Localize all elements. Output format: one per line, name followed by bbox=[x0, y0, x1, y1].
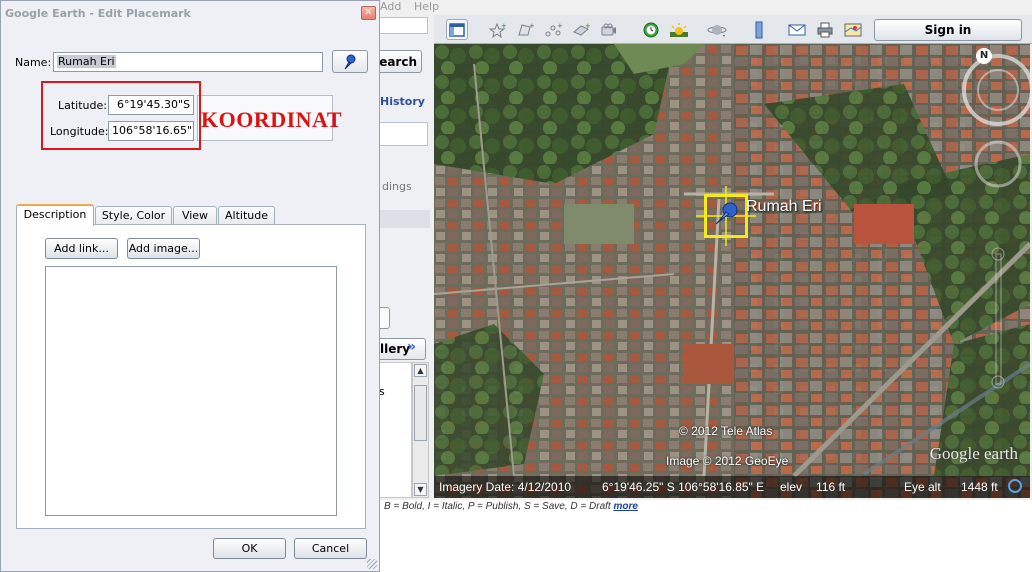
cursor-coordinates: 6°19'46.25" S 106°58'16.85" E bbox=[602, 480, 765, 494]
edit-placemark-dialog: Google Earth - Edit Placemark ✕ Name: Ru… bbox=[0, 0, 380, 572]
hide-sidebar-icon[interactable] bbox=[446, 19, 468, 40]
add-polygon-icon[interactable]: + bbox=[514, 19, 536, 40]
add-link-button[interactable]: Add link... bbox=[45, 238, 118, 259]
places-list[interactable]: s bbox=[380, 362, 412, 498]
more-link[interactable]: more bbox=[613, 501, 637, 512]
places-list-text: s bbox=[380, 385, 385, 398]
view-in-maps-icon[interactable] bbox=[842, 19, 864, 40]
credit-tele-atlas: © 2012 Tele Atlas bbox=[679, 424, 773, 438]
sidebar-search-field[interactable] bbox=[380, 17, 428, 34]
add-placemark-icon[interactable]: + bbox=[486, 19, 508, 40]
historical-imagery-icon[interactable] bbox=[640, 19, 662, 40]
menu-add[interactable]: Add bbox=[380, 0, 401, 13]
tab-view[interactable]: View bbox=[173, 206, 217, 225]
switch-planet-icon[interactable] bbox=[706, 19, 728, 40]
annotation-highlight-box bbox=[41, 81, 201, 150]
eye-alt-label: Eye alt bbox=[904, 480, 941, 494]
placemark-label[interactable]: Rumah Eri bbox=[746, 198, 822, 216]
svg-text:+: + bbox=[501, 22, 506, 30]
ruler-icon[interactable] bbox=[748, 19, 770, 40]
tab-altitude[interactable]: Altitude bbox=[218, 206, 275, 225]
svg-text:+: + bbox=[585, 22, 590, 30]
tab-style-color[interactable]: Style, Color bbox=[95, 206, 172, 225]
description-textarea[interactable] bbox=[45, 266, 337, 516]
svg-text:+: + bbox=[557, 22, 562, 30]
history-link[interactable]: History bbox=[380, 95, 425, 108]
scroll-thumb[interactable] bbox=[414, 385, 427, 441]
svg-text:+: + bbox=[529, 22, 534, 30]
map-view[interactable]: N Rumah Eri © 2012 Tele Atlas Image © 20… bbox=[434, 44, 1030, 498]
map-status-bar: Imagery Date: 4/12/2010 6°19'46.25" S 10… bbox=[434, 476, 1030, 498]
gallery-button[interactable]: llery » bbox=[380, 338, 426, 360]
dialog-title: Google Earth - Edit Placemark bbox=[5, 7, 191, 20]
menu-bar: Add Help bbox=[380, 0, 1032, 15]
eye-alt-value: 1448 ft bbox=[961, 480, 998, 494]
record-tour-icon[interactable] bbox=[598, 19, 620, 40]
credit-geoeye: Image © 2012 GeoEye bbox=[666, 454, 789, 468]
sign-in-button[interactable]: Sign in bbox=[874, 19, 1022, 41]
google-earth-logo: Google earth bbox=[929, 444, 1018, 463]
ok-button[interactable]: OK bbox=[213, 538, 286, 559]
imagery-date: Imagery Date: 4/12/2010 bbox=[439, 480, 572, 494]
toolbar: + + + + Sign in bbox=[434, 15, 1032, 44]
menu-help[interactable]: Help bbox=[414, 0, 439, 13]
sidebar-field[interactable] bbox=[380, 122, 428, 146]
formatting-hint: B = Bold, I = Italic, P = Publish, S = S… bbox=[384, 501, 638, 512]
gallery-button-label: llery bbox=[380, 342, 411, 356]
search-button-label: earch bbox=[380, 55, 417, 69]
streaming-indicator-icon bbox=[1008, 479, 1022, 493]
annotation-label: KOORDINAT bbox=[201, 107, 342, 132]
add-image-button[interactable]: Add image... bbox=[127, 238, 200, 259]
elevation-label: elev bbox=[780, 480, 803, 494]
name-label: Name: bbox=[15, 56, 52, 69]
name-field[interactable]: Rumah Eri bbox=[53, 52, 323, 72]
scroll-down-icon[interactable]: ▼ bbox=[414, 483, 427, 496]
elevation-value: 116 ft bbox=[816, 480, 846, 494]
close-icon[interactable]: ✕ bbox=[361, 6, 376, 20]
sunlight-icon[interactable] bbox=[668, 19, 690, 40]
add-path-icon[interactable]: + bbox=[542, 19, 564, 40]
search-button[interactable]: earch bbox=[380, 50, 422, 73]
places-scrollbar[interactable]: ▲ ▼ bbox=[412, 362, 429, 498]
print-icon[interactable] bbox=[814, 19, 836, 40]
formatting-hint-text: B = Bold, I = Italic, P = Publish, S = S… bbox=[384, 501, 611, 512]
resize-grip-icon[interactable] bbox=[367, 559, 377, 569]
add-image-overlay-icon[interactable]: + bbox=[570, 19, 592, 40]
places-text: dings bbox=[382, 180, 412, 193]
gallery-arrows-icon: » bbox=[407, 339, 417, 355]
name-value: Rumah Eri bbox=[57, 55, 116, 68]
pushpin-icon bbox=[344, 54, 356, 69]
cancel-button[interactable]: Cancel bbox=[294, 538, 367, 559]
sidebar-divider bbox=[380, 210, 430, 228]
placemark-pushpin-icon[interactable] bbox=[696, 186, 756, 246]
compass-north-icon[interactable]: N bbox=[976, 48, 992, 64]
dialog-title-bar[interactable]: Google Earth - Edit Placemark ✕ bbox=[1, 1, 379, 25]
navigation-controls[interactable] bbox=[950, 44, 1030, 404]
email-icon[interactable] bbox=[786, 19, 808, 40]
placemark-icon-button[interactable] bbox=[332, 50, 368, 73]
sidebar-button[interactable] bbox=[380, 307, 390, 329]
description-panel: Add link... Add image... bbox=[16, 224, 366, 529]
tab-description[interactable]: Description bbox=[16, 204, 94, 226]
scroll-up-icon[interactable]: ▲ bbox=[414, 364, 427, 377]
sidebar: earch History dings llery » s ▲ ▼ bbox=[380, 15, 434, 500]
